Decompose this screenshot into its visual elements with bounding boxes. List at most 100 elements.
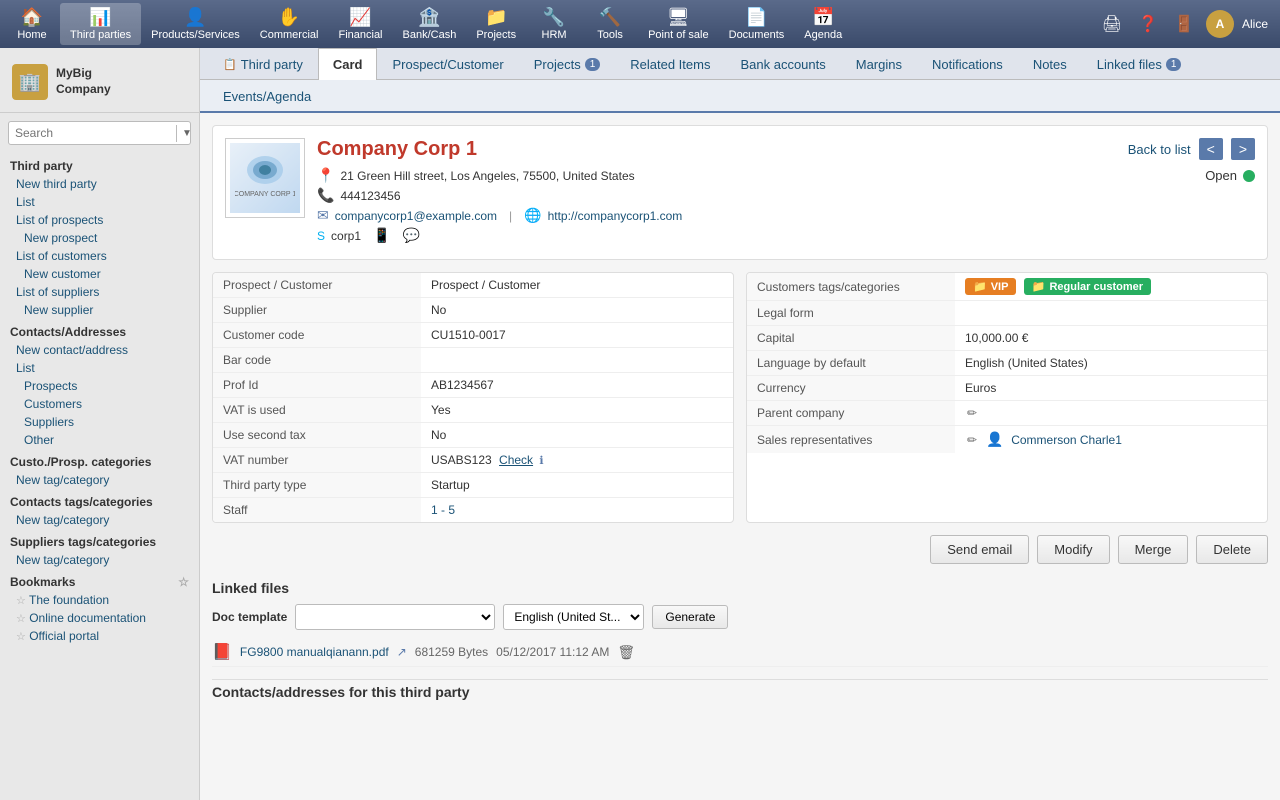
nav-products-services[interactable]: 👤 Products/Services	[141, 3, 250, 45]
table-row: Prospect / Customer Prospect / Customer	[213, 273, 733, 298]
table-row: Use second tax No	[213, 423, 733, 448]
sidebar-link-list-suppliers[interactable]: List of suppliers	[0, 283, 199, 301]
tab-card[interactable]: Card	[318, 48, 378, 80]
file-send-icon[interactable]: ↗	[397, 645, 407, 659]
tab-third-party[interactable]: 📋 Third party	[208, 48, 318, 80]
company-phone: 📞 444123456	[317, 187, 1063, 204]
star-icon-2: ☆	[16, 613, 26, 625]
delete-button[interactable]: Delete	[1196, 535, 1268, 564]
file-name-link[interactable]: FG9800 manualqianann.pdf	[240, 645, 389, 659]
main-layout: 🏢 MyBig Company ▼ Third party New third …	[0, 48, 1280, 800]
user-name: Alice	[1242, 17, 1268, 31]
vat-check-link[interactable]: Check	[499, 453, 533, 467]
tab-prospect-customer[interactable]: Prospect/Customer	[377, 48, 518, 80]
sidebar-bookmark-online-docs[interactable]: ☆ Online documentation	[0, 609, 199, 627]
nav-point-of-sale[interactable]: 🖥 Point of sale	[638, 3, 719, 45]
sidebar-link-contacts-new-tag[interactable]: New tag/category	[0, 511, 199, 529]
tab-linked-files[interactable]: Linked files 1	[1082, 48, 1197, 80]
sidebar-link-new-third-party[interactable]: New third party	[0, 175, 199, 193]
sidebar-link-list-customers[interactable]: List of customers	[0, 247, 199, 265]
company-logo-box: COMPANY CORP 1	[225, 138, 305, 218]
merge-button[interactable]: Merge	[1118, 535, 1189, 564]
projects-badge: 1	[585, 58, 601, 71]
nav-right: 🖨 ❓ 🚪 A Alice	[1098, 10, 1276, 38]
send-email-button[interactable]: Send email	[930, 535, 1029, 564]
language-select[interactable]: English (United St...	[503, 604, 644, 630]
print-button[interactable]: 🖨	[1098, 10, 1126, 38]
commercial-icon: ✋	[278, 7, 300, 28]
nav-home[interactable]: 🏠 Home	[4, 3, 60, 45]
file-delete-icon[interactable]: 🗑	[617, 644, 635, 661]
table-row: Supplier No	[213, 298, 733, 323]
sidebar-link-contacts-other[interactable]: Other	[0, 431, 199, 449]
sidebar-link-new-contact[interactable]: New contact/address	[0, 341, 199, 359]
sidebar-link-contacts-list[interactable]: List	[0, 359, 199, 377]
help-button[interactable]: ❓	[1134, 10, 1162, 38]
nav-third-parties[interactable]: 📊 Third parties	[60, 3, 141, 45]
back-to-list-link[interactable]: Back to list	[1128, 142, 1191, 157]
sidebar-link-contacts-customers[interactable]: Customers	[0, 395, 199, 413]
tab-bank-accounts[interactable]: Bank accounts	[725, 48, 840, 80]
tab-notes[interactable]: Notes	[1018, 48, 1082, 80]
sidebar-link-contacts-prospects[interactable]: Prospects	[0, 377, 199, 395]
prev-record-button[interactable]: <	[1199, 138, 1223, 160]
sales-rep-edit-btn[interactable]: ✏	[965, 433, 979, 447]
star-icon-3: ☆	[16, 631, 26, 643]
tab-notifications[interactable]: Notifications	[917, 48, 1018, 80]
doc-template-select[interactable]	[295, 604, 495, 630]
file-size: 681259 Bytes	[415, 645, 488, 659]
sidebar-link-contacts-suppliers[interactable]: Suppliers	[0, 413, 199, 431]
nav-tools[interactable]: 🔨 Tools	[582, 3, 638, 45]
nav-hrm[interactable]: 🔧 HRM	[526, 3, 582, 45]
status-label: Open	[1205, 168, 1237, 183]
tab-projects[interactable]: Projects 1	[519, 48, 616, 80]
bookmark-add-icon[interactable]: ☆	[178, 575, 189, 589]
nav-documents[interactable]: 📄 Documents	[719, 3, 795, 45]
company-name: Company Corp 1	[317, 138, 1063, 161]
search-box[interactable]: ▼	[8, 121, 191, 145]
search-input[interactable]	[9, 122, 176, 144]
table-row: VAT is used Yes	[213, 398, 733, 423]
table-row: Customer code CU1510-0017	[213, 323, 733, 348]
folder-icon-vip: 📁	[973, 280, 987, 293]
search-dropdown-arrow[interactable]: ▼	[176, 125, 197, 142]
nav-commercial[interactable]: ✋ Commercial	[250, 3, 329, 45]
nav-agenda[interactable]: 📅 Agenda	[794, 3, 852, 45]
modify-button[interactable]: Modify	[1037, 535, 1109, 564]
back-navigation: Back to list < >	[1128, 138, 1255, 160]
tab-related-items[interactable]: Related Items	[615, 48, 725, 80]
company-logo-placeholder: COMPANY CORP 1	[230, 143, 300, 213]
sidebar-link-new-supplier[interactable]: New supplier	[0, 301, 199, 319]
sidebar-bookmark-foundation[interactable]: ☆ The foundation	[0, 591, 199, 609]
generate-button[interactable]: Generate	[652, 605, 728, 629]
vat-info-icon: ℹ	[539, 455, 543, 467]
parent-company-edit-btn[interactable]: ✏	[965, 406, 979, 420]
sidebar-link-suppliers-new-tag[interactable]: New tag/category	[0, 551, 199, 569]
tab-margins[interactable]: Margins	[841, 48, 917, 80]
sidebar-link-custo-new-tag[interactable]: New tag/category	[0, 471, 199, 489]
sidebar-link-list-prospects[interactable]: List of prospects	[0, 211, 199, 229]
nav-projects[interactable]: 📁 Projects	[466, 3, 526, 45]
sales-rep-link[interactable]: Commerson Charle1	[1011, 433, 1122, 447]
sidebar-link-new-customer[interactable]: New customer	[0, 265, 199, 283]
tab-events-agenda[interactable]: Events/Agenda	[208, 80, 326, 112]
company-email-link[interactable]: companycorp1@example.com	[335, 209, 497, 223]
products-icon: 👤	[184, 7, 206, 28]
sidebar-link-new-prospect[interactable]: New prospect	[0, 229, 199, 247]
sidebar-link-list[interactable]: List	[0, 193, 199, 211]
folder-icon-regular: 📁	[1032, 280, 1046, 293]
staff-link[interactable]: 1 - 5	[431, 503, 455, 517]
next-record-button[interactable]: >	[1231, 138, 1255, 160]
table-row: Legal form	[747, 301, 1267, 326]
company-header-actions: Back to list < > Open	[1075, 138, 1255, 183]
tab-bar: 📋 Third party Card Prospect/Customer Pro…	[200, 48, 1280, 80]
nav-bank-cash[interactable]: 🏦 Bank/Cash	[393, 3, 467, 45]
right-info-table: Customers tags/categories 📁 VIP 📁 Regula…	[746, 272, 1268, 523]
sidebar-section-custo-categories: Custo./Prosp. categories	[0, 449, 199, 471]
sidebar-bookmark-official-portal[interactable]: ☆ Official portal	[0, 627, 199, 645]
nav-financial[interactable]: 📈 Financial	[328, 3, 392, 45]
logout-button[interactable]: 🚪	[1170, 10, 1198, 38]
sidebar-section-third-party: Third party	[0, 153, 199, 175]
file-date: 05/12/2017 11:12 AM	[496, 645, 609, 659]
company-website-link[interactable]: http://companycorp1.com	[548, 209, 683, 223]
